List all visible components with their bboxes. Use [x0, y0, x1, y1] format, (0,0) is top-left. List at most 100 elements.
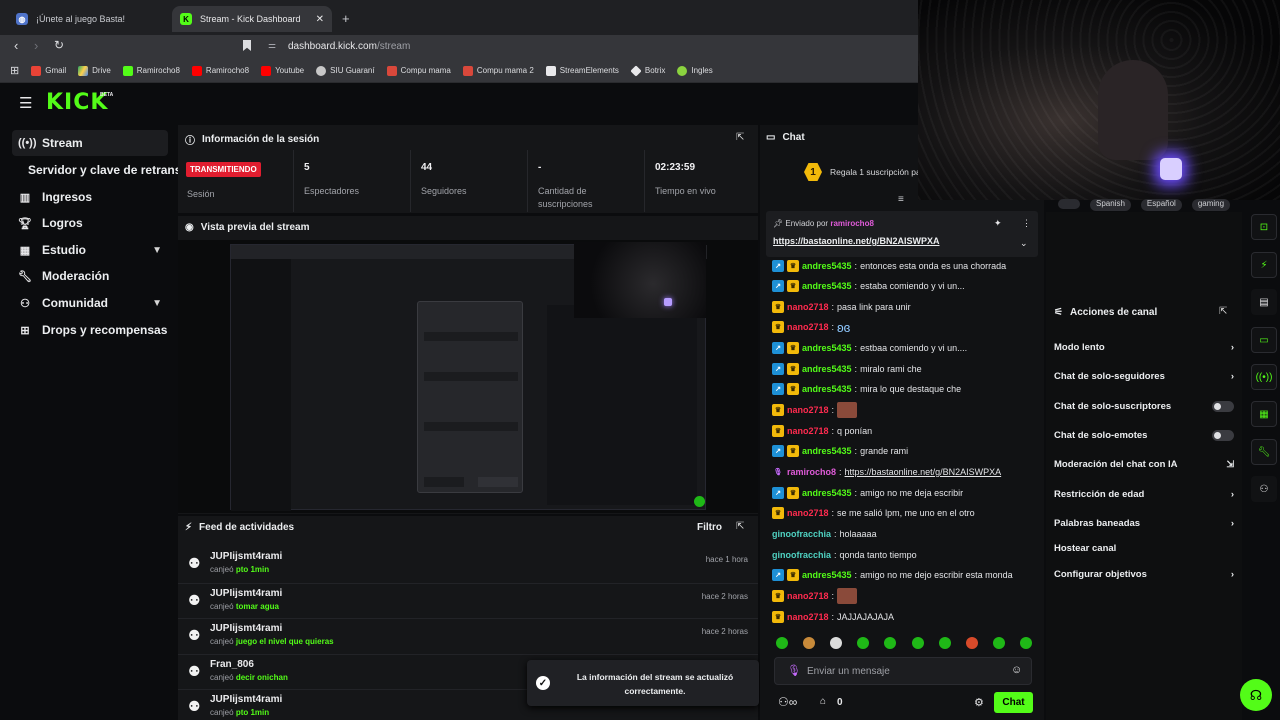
emote-icon[interactable]: [938, 637, 951, 649]
chat-username[interactable]: nano2718: [787, 405, 829, 415]
emote-icon[interactable]: [992, 637, 1005, 649]
reload-icon[interactable]: ↻: [54, 38, 64, 52]
sidebar-item-ingresos[interactable]: ▥ Ingresos: [12, 184, 168, 210]
emote-icon[interactable]: [776, 637, 788, 649]
bookmark-gmail[interactable]: Gmail: [31, 65, 66, 76]
bookmark-siu[interactable]: SIU Guaraní: [316, 65, 375, 76]
sidebar-item-moderacion[interactable]: 🔧︎ Moderación: [12, 263, 168, 289]
bookmark-icon[interactable]: [243, 40, 251, 51]
preview-cancel: [424, 477, 464, 487]
chat-username[interactable]: nano2718: [787, 508, 829, 518]
bookmark-botrix[interactable]: Botrix: [630, 64, 665, 77]
bookmark-ingles[interactable]: Ingles: [677, 65, 713, 76]
rail-chat-button[interactable]: ▭: [1251, 327, 1277, 353]
emote-icon[interactable]: [803, 637, 816, 649]
chat-username[interactable]: ginoofracchia: [772, 550, 831, 560]
option-hostear-canal[interactable]: Hostear canal: [1054, 540, 1234, 556]
settings-gear-icon[interactable]: ⚙: [974, 696, 984, 709]
chat-username[interactable]: nano2718: [787, 322, 829, 332]
emote-icon[interactable]: [965, 637, 978, 649]
bookmark-drive[interactable]: Drive: [78, 65, 111, 76]
chat-username[interactable]: andres5435: [802, 281, 852, 291]
stream-preview-video[interactable]: [178, 240, 758, 513]
toggle-switch[interactable]: [1212, 400, 1234, 412]
community-icon[interactable]: ⚇∞: [778, 695, 797, 709]
sidebar-item-comunidad[interactable]: ⚇ Comunidad ▼: [12, 290, 168, 316]
send-chat-button[interactable]: Chat: [994, 692, 1033, 713]
sort-icon[interactable]: ≡: [898, 194, 904, 205]
chat-input[interactable]: 🎙︎ Enviar un mensaje ☺: [774, 657, 1032, 685]
popout-icon[interactable]: ⇱: [736, 521, 744, 532]
chat-username[interactable]: andres5435: [802, 343, 852, 353]
chat-username[interactable]: andres5435: [802, 446, 852, 456]
bookmark-compu-mama-2[interactable]: Compu mama 2: [462, 65, 534, 76]
chat-username[interactable]: nano2718: [787, 612, 829, 622]
chat-username[interactable]: nano2718: [787, 426, 829, 436]
sidebar-item-logros[interactable]: 🏆︎ Logros: [12, 210, 168, 236]
option-solo-emotes[interactable]: Chat de solo-emotes: [1054, 427, 1234, 443]
chat-username[interactable]: andres5435: [802, 261, 852, 271]
popout-icon[interactable]: ⇱: [736, 132, 744, 143]
chat-username[interactable]: andres5435: [802, 570, 852, 580]
option-modo-lento[interactable]: Modo lento ›: [1054, 339, 1234, 355]
rail-broadcast-button[interactable]: ⊡: [1251, 214, 1277, 240]
more-icon[interactable]: ⋮: [1022, 218, 1031, 229]
chat-username[interactable]: nano2718: [787, 591, 829, 601]
bookmark-compu-mama[interactable]: Compu mama: [386, 65, 451, 76]
back-icon[interactable]: ‹: [14, 38, 18, 53]
chat-username[interactable]: ginoofracchia: [772, 529, 831, 539]
chat-message: ↗ ♛ andres5435: amigo no me dejo escribir …: [772, 566, 1044, 584]
forward-icon[interactable]: ›: [34, 38, 38, 53]
bookmark-ramirocho8-yt[interactable]: Ramirocho8: [191, 65, 249, 76]
sidebar-item-estudio[interactable]: ▦ Estudio ▼: [12, 237, 168, 263]
emote-icon[interactable]: [857, 637, 870, 649]
url-field[interactable]: dashboard.kick.com/stream: [288, 41, 410, 52]
site-info-icon[interactable]: ⚌: [268, 40, 276, 51]
rail-community-button[interactable]: ⚇: [1251, 476, 1277, 502]
pin-icon[interactable]: ✦: [994, 218, 1002, 229]
option-restriccion-edad[interactable]: Restricción de edad ›: [1054, 486, 1234, 502]
vip-badge-icon: ↗: [772, 445, 784, 457]
chat-username[interactable]: andres5435: [802, 384, 852, 394]
sidebar-item-stream[interactable]: ((•)) Stream: [12, 130, 168, 156]
chat-username[interactable]: andres5435: [802, 364, 852, 374]
chat-username[interactable]: nano2718: [787, 302, 829, 312]
option-solo-seguidores[interactable]: Chat de solo-seguidores ›: [1054, 368, 1234, 384]
pinned-link[interactable]: https://bastaonline.net/g/BN2AISWPXA: [773, 236, 940, 246]
emoji-icon[interactable]: ☺: [1011, 664, 1022, 676]
apps-grid-icon[interactable]: ⊞: [10, 64, 19, 77]
menu-icon[interactable]: ☰: [19, 94, 32, 112]
bookmark-streamelements[interactable]: StreamElements: [545, 65, 619, 76]
option-configurar-objetivos[interactable]: Configurar objetivos ›: [1054, 566, 1234, 582]
option-moderacion-ia[interactable]: Moderación del chat con IA ⇲: [1054, 456, 1234, 472]
sidebar-item-drops[interactable]: ⊞ Drops y recompensas: [12, 317, 168, 343]
rail-live-button[interactable]: ((•)): [1251, 364, 1277, 390]
rail-notes-button[interactable]: ▤: [1251, 289, 1277, 315]
emote-icon[interactable]: [884, 637, 897, 649]
bookmark-youtube[interactable]: Youtube: [261, 65, 304, 76]
support-headset-icon[interactable]: ☊: [1240, 679, 1272, 711]
rail-bolt-button[interactable]: ⚡︎: [1251, 252, 1277, 278]
emote-icon[interactable]: [1019, 637, 1032, 649]
chat-username[interactable]: andres5435: [802, 488, 852, 498]
option-solo-suscriptores[interactable]: Chat de solo-suscriptores: [1054, 398, 1234, 414]
close-tab-icon[interactable]: ✕: [316, 14, 324, 25]
option-palabras-baneadas[interactable]: Palabras baneadas ›: [1054, 515, 1234, 531]
chat-username[interactable]: ramirocho8: [787, 467, 836, 477]
chat-link[interactable]: https://bastaonline.net/g/BN2AISWPXA: [845, 467, 1002, 477]
chat-message: ♛ nano2718: q ponían: [772, 422, 1044, 440]
chevron-down-icon[interactable]: ⌄: [1020, 238, 1028, 249]
rail-mod-button[interactable]: 🔧︎: [1251, 439, 1277, 465]
popout-icon[interactable]: ⇱: [1219, 306, 1227, 317]
emote-icon[interactable]: [830, 637, 843, 649]
browser-tab-basta[interactable]: ◍ ¡Únete al juego Basta!: [8, 6, 168, 32]
bookmark-ramirocho8-kick[interactable]: Ramirocho8: [122, 65, 180, 76]
browser-tab-kick[interactable]: K Stream - Kick Dashboard ✕: [172, 6, 332, 32]
new-tab-icon[interactable]: +: [342, 11, 350, 26]
filter-button[interactable]: Filtro: [697, 522, 722, 533]
emote-icon[interactable]: [911, 637, 924, 649]
sidebar-item-server-key[interactable]: Servidor y clave de retransmisión: [22, 157, 178, 183]
toggle-switch[interactable]: [1212, 429, 1234, 441]
rail-studio-button[interactable]: ▦: [1251, 401, 1277, 427]
broadcast-icon: ((•)): [18, 137, 37, 149]
